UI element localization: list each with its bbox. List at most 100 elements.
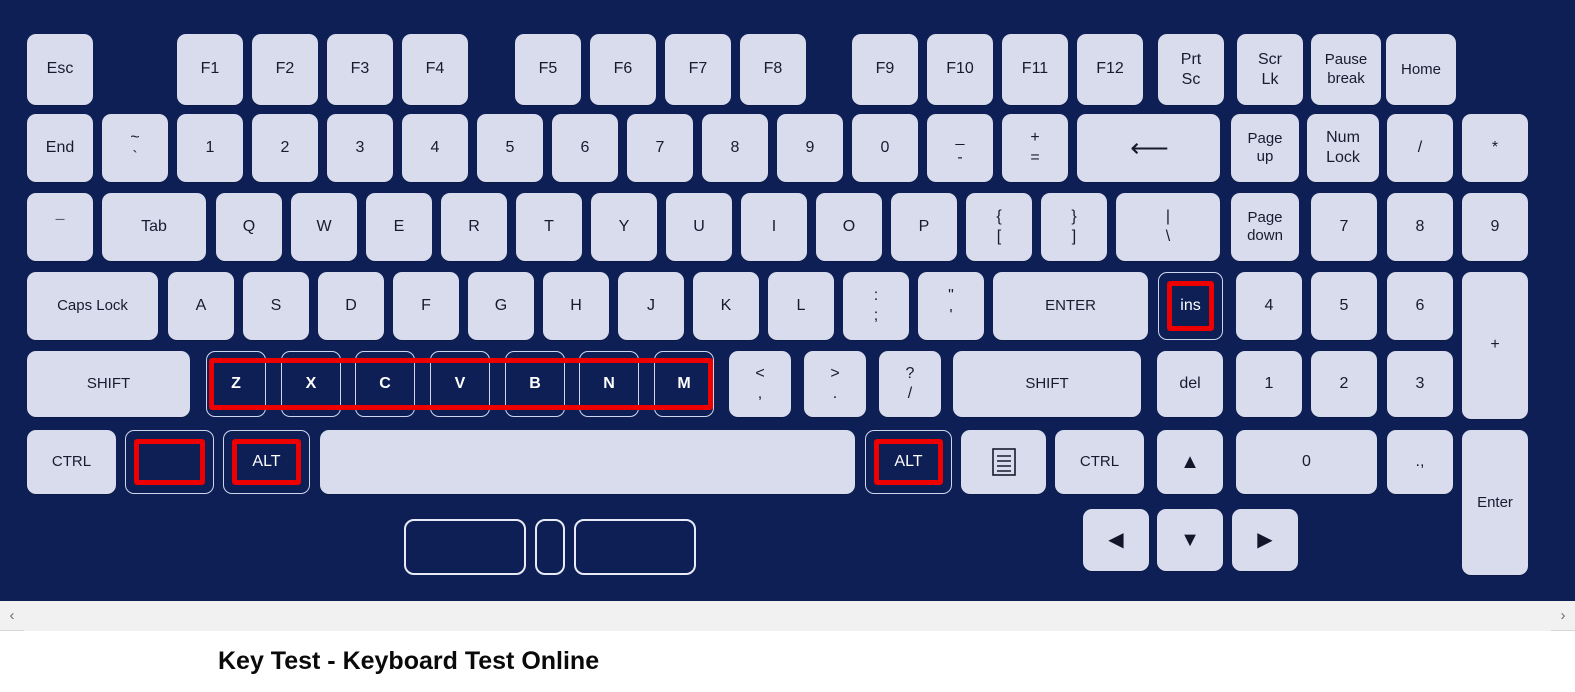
key-f2[interactable]: F2 xyxy=(252,34,318,105)
key-digit-0[interactable]: 0 xyxy=(852,114,918,182)
key-numpad-enter[interactable]: Enter xyxy=(1462,430,1528,575)
key-end[interactable]: End xyxy=(27,114,93,182)
key-numpad-decimal[interactable]: ., xyxy=(1387,430,1453,494)
key-insert[interactable]: ins xyxy=(1158,272,1223,340)
key-letter-i[interactable]: I xyxy=(741,193,807,261)
key-comma[interactable]: <, xyxy=(729,351,791,417)
key-letter-j[interactable]: J xyxy=(618,272,684,340)
key-letter-b[interactable]: B xyxy=(505,351,565,417)
key-touchpad-left[interactable] xyxy=(404,519,526,575)
key-numpad-3[interactable]: 3 xyxy=(1387,351,1453,417)
key-page-up[interactable]: Page up xyxy=(1231,114,1299,182)
key-page-down[interactable]: Page down xyxy=(1231,193,1299,261)
key-letter-r[interactable]: R xyxy=(441,193,507,261)
key-tab[interactable]: Tab xyxy=(102,193,206,261)
key-f12[interactable]: F12 xyxy=(1077,34,1143,105)
key-letter-x[interactable]: X xyxy=(281,351,341,417)
key-arrow-down[interactable]: ▼ xyxy=(1157,509,1223,571)
key-digit-3[interactable]: 3 xyxy=(327,114,393,182)
key-numpad-9[interactable]: 9 xyxy=(1462,193,1528,261)
key-numpad-0[interactable]: 0 xyxy=(1236,430,1377,494)
key-minus[interactable]: _ - xyxy=(927,114,993,182)
key-menu[interactable] xyxy=(961,430,1046,494)
key-arrow-left[interactable]: ◀ xyxy=(1083,509,1149,571)
key-letter-k[interactable]: K xyxy=(693,272,759,340)
key-period[interactable]: >. xyxy=(804,351,866,417)
key-letter-l[interactable]: L xyxy=(768,272,834,340)
key-f3[interactable]: F3 xyxy=(327,34,393,105)
scroll-left-arrow-icon[interactable]: ‹ xyxy=(0,601,24,631)
key-numpad-add[interactable]: + xyxy=(1462,272,1528,419)
key-ctrl-right[interactable]: CTRL xyxy=(1055,430,1144,494)
key-letter-z[interactable]: Z xyxy=(206,351,266,417)
key-f4[interactable]: F4 xyxy=(402,34,468,105)
key-numpad-1[interactable]: 1 xyxy=(1236,351,1302,417)
key-backslash[interactable]: | \ xyxy=(1116,193,1220,261)
scroll-right-arrow-icon[interactable]: › xyxy=(1551,601,1575,631)
key-numpad-multiply[interactable]: * xyxy=(1462,114,1528,182)
key-touchpad-right[interactable] xyxy=(574,519,696,575)
key-backspace[interactable]: ⟵ xyxy=(1077,114,1220,182)
key-numpad-8[interactable]: 8 xyxy=(1387,193,1453,261)
key-f6[interactable]: F6 xyxy=(590,34,656,105)
key-digit-2[interactable]: 2 xyxy=(252,114,318,182)
key-bracket-right[interactable]: }] xyxy=(1041,193,1107,261)
key-bracket-left[interactable]: {[ xyxy=(966,193,1032,261)
key-equal[interactable]: + = xyxy=(1002,114,1068,182)
key-letter-t[interactable]: T xyxy=(516,193,582,261)
key-letter-m[interactable]: M xyxy=(654,351,714,417)
key-letter-e[interactable]: E xyxy=(366,193,432,261)
key-space[interactable] xyxy=(320,430,855,494)
key-digit-6[interactable]: 6 xyxy=(552,114,618,182)
key-numpad-2[interactable]: 2 xyxy=(1311,351,1377,417)
key-numpad-5[interactable]: 5 xyxy=(1311,272,1377,340)
key-semicolon[interactable]: :; xyxy=(843,272,909,340)
key-numpad-7[interactable]: 7 xyxy=(1311,193,1377,261)
key-letter-q[interactable]: Q xyxy=(216,193,282,261)
key-macron[interactable]: ¯ xyxy=(27,193,93,261)
key-home[interactable]: Home xyxy=(1386,34,1456,105)
key-f7[interactable]: F7 xyxy=(665,34,731,105)
key-shift-left[interactable]: SHIFT xyxy=(27,351,190,417)
key-caps-lock[interactable]: Caps Lock xyxy=(27,272,158,340)
key-num-lock[interactable]: Num Lock xyxy=(1307,114,1379,182)
key-letter-c[interactable]: C xyxy=(355,351,415,417)
key-esc[interactable]: Esc xyxy=(27,34,93,105)
key-digit-7[interactable]: 7 xyxy=(627,114,693,182)
key-numpad-6[interactable]: 6 xyxy=(1387,272,1453,340)
key-numpad-4[interactable]: 4 xyxy=(1236,272,1302,340)
key-f5[interactable]: F5 xyxy=(515,34,581,105)
key-letter-h[interactable]: H xyxy=(543,272,609,340)
key-letter-s[interactable]: S xyxy=(243,272,309,340)
key-arrow-up[interactable]: ▲ xyxy=(1157,430,1223,494)
key-digit-8[interactable]: 8 xyxy=(702,114,768,182)
key-f1[interactable]: F1 xyxy=(177,34,243,105)
key-ctrl-left[interactable]: CTRL xyxy=(27,430,116,494)
key-letter-g[interactable]: G xyxy=(468,272,534,340)
key-numpad-divide[interactable]: / xyxy=(1387,114,1453,182)
key-f9[interactable]: F9 xyxy=(852,34,918,105)
key-alt-right[interactable]: ALT xyxy=(865,430,952,494)
key-enter[interactable]: ENTER xyxy=(993,272,1148,340)
key-letter-u[interactable]: U xyxy=(666,193,732,261)
key-windows[interactable] xyxy=(125,430,214,494)
key-letter-f[interactable]: F xyxy=(393,272,459,340)
key-touchpad-middle[interactable] xyxy=(535,519,565,575)
key-arrow-right[interactable]: ▶ xyxy=(1232,509,1298,571)
key-digit-4[interactable]: 4 xyxy=(402,114,468,182)
key-slash[interactable]: ? / xyxy=(879,351,941,417)
key-f8[interactable]: F8 xyxy=(740,34,806,105)
key-alt-left[interactable]: ALT xyxy=(223,430,310,494)
key-letter-y[interactable]: Y xyxy=(591,193,657,261)
key-print-screen[interactable]: Prt Sc xyxy=(1158,34,1224,105)
key-tilde[interactable]: ~ ` xyxy=(102,114,168,182)
key-digit-5[interactable]: 5 xyxy=(477,114,543,182)
key-letter-w[interactable]: W xyxy=(291,193,357,261)
key-letter-d[interactable]: D xyxy=(318,272,384,340)
key-quote[interactable]: " ' xyxy=(918,272,984,340)
key-shift-right[interactable]: SHIFT xyxy=(953,351,1141,417)
key-delete[interactable]: del xyxy=(1157,351,1223,417)
key-pause-break[interactable]: Pause break xyxy=(1311,34,1381,105)
key-f10[interactable]: F10 xyxy=(927,34,993,105)
key-letter-a[interactable]: A xyxy=(168,272,234,340)
